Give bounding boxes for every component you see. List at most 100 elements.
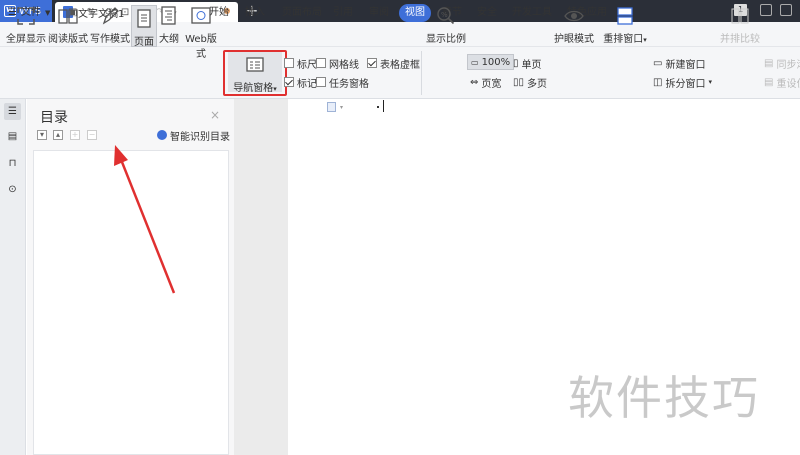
zoom-value: 100% xyxy=(481,56,511,68)
full-screen-button[interactable]: 全屏显示 xyxy=(6,5,46,45)
sync-scroll-icon: ▤ xyxy=(764,57,774,69)
task-pane-checkbox[interactable]: 任务窗格 xyxy=(316,75,369,90)
new-window-label: 新建窗口 xyxy=(665,59,706,71)
pen-icon xyxy=(99,5,121,27)
find-panel-button[interactable]: ⊙ xyxy=(4,181,21,198)
single-page-icon: ▯ xyxy=(513,57,519,69)
web-layout-button[interactable]: Web版式 xyxy=(182,5,220,60)
left-sidebar-strip xyxy=(0,99,26,455)
promote-icon[interactable]: + xyxy=(70,130,80,140)
pages-panel-button[interactable]: ▤ xyxy=(4,128,21,145)
sync-scroll-label: 同步滚 xyxy=(776,59,800,71)
multi-page-button[interactable]: ▯▯ 多页 xyxy=(513,75,548,90)
writing-mode-button[interactable]: 写作模式 xyxy=(90,5,130,45)
reset-position-icon: ▤ xyxy=(764,76,774,88)
collapse-all-icon[interactable]: ▾ xyxy=(37,130,47,140)
ribbon-separator xyxy=(421,51,422,95)
bookmark-panel-button[interactable]: ⊓ xyxy=(4,155,21,172)
split-window-button[interactable]: ◫ 拆分窗口 ▾ xyxy=(653,75,712,90)
ruler-check-icon xyxy=(284,58,294,68)
watermark-text: 软件技巧 xyxy=(568,371,760,425)
page-view-label: 页面 xyxy=(134,37,154,48)
gridlines-label: 网格线 xyxy=(329,59,359,71)
sync-scroll-button[interactable]: ▤同步滚 xyxy=(764,56,800,71)
arrange-windows-button[interactable]: 重排窗口▾ xyxy=(602,5,648,45)
text-cursor xyxy=(383,100,384,112)
outline-icon xyxy=(158,5,180,27)
tab-references[interactable]: 引用 xyxy=(333,4,353,22)
close-icon[interactable]: × xyxy=(210,108,220,122)
toc-panel-button[interactable]: ☰ xyxy=(4,103,21,120)
ruler-checkbox[interactable]: 标尺 xyxy=(284,56,317,71)
tab-security[interactable]: 安全 xyxy=(477,4,497,22)
book-icon xyxy=(57,5,79,27)
paragraph-mark-icon[interactable] xyxy=(327,102,336,112)
skin-icon[interactable] xyxy=(760,4,772,16)
page-width-label: 页宽 xyxy=(481,78,502,90)
table-gridlines-label: 表格虚框 xyxy=(380,59,420,71)
multi-page-label: 多页 xyxy=(527,78,548,90)
arrange-windows-icon xyxy=(614,5,636,27)
gridlines-checkbox[interactable]: 网格线 xyxy=(316,56,359,71)
new-window-icon: ▭ xyxy=(653,57,663,69)
zoom-100-icon: ▭ xyxy=(471,57,479,67)
outline-label: 大纲 xyxy=(159,34,179,45)
eye-icon xyxy=(563,5,585,27)
page-width-button[interactable]: ⇔ 页宽 xyxy=(470,75,502,90)
single-page-button[interactable]: ▯ 单页 xyxy=(513,56,542,71)
reading-layout-label: 阅读版式 xyxy=(48,34,88,45)
tab-review[interactable]: 审阅 xyxy=(369,4,389,22)
gridlines-check-icon xyxy=(316,58,326,68)
page-icon xyxy=(133,8,155,30)
magnifier-icon: % xyxy=(435,5,457,27)
table-gridlines-checkbox[interactable]: 表格虚框 xyxy=(367,56,420,71)
eye-mode-button[interactable]: 护眼模式 xyxy=(553,5,595,45)
outline-button[interactable]: 大纲 xyxy=(158,5,180,45)
reading-layout-button[interactable]: 阅读版式 xyxy=(48,5,88,45)
full-screen-icon xyxy=(15,5,37,27)
pages-icon: ▤ xyxy=(7,131,18,142)
multi-page-icon: ▯▯ xyxy=(513,76,525,88)
zoom-100-button[interactable]: ▭ 100% xyxy=(467,54,515,70)
chevron-down-icon: ▾ xyxy=(643,36,647,44)
list-icon: ☰ xyxy=(8,106,17,117)
page-width-icon: ⇔ xyxy=(470,76,479,88)
paragraph-dot xyxy=(377,106,379,108)
zoom-label: 显示比例 xyxy=(426,34,466,45)
zoom-button[interactable]: % 显示比例 xyxy=(426,5,466,45)
side-by-side-label: 并排比较 xyxy=(720,34,760,45)
eye-mode-label: 护眼模式 xyxy=(554,34,594,45)
chevron-down-icon: ▾ xyxy=(340,104,344,111)
highlight-box xyxy=(223,50,287,96)
page-view-button[interactable]: 页面 xyxy=(131,5,157,48)
task-pane-label: 任务窗格 xyxy=(329,78,369,90)
smart-toc-icon xyxy=(157,130,167,140)
arrow-shaft xyxy=(118,156,176,294)
full-screen-label: 全屏显示 xyxy=(6,34,46,45)
arrow-head xyxy=(114,145,128,166)
split-window-label: 拆分窗口 xyxy=(665,78,706,90)
web-icon xyxy=(190,5,212,27)
side-by-side-button[interactable]: 并排比较 xyxy=(720,5,760,45)
new-window-button[interactable]: ▭ 新建窗口 xyxy=(653,56,706,71)
arrange-windows-label: 重排窗口 xyxy=(603,34,644,45)
table-gridlines-check-icon xyxy=(367,58,377,68)
markup-check-icon xyxy=(284,77,294,87)
minimize-icon[interactable] xyxy=(780,4,792,16)
expand-all-icon[interactable]: ▴ xyxy=(53,130,63,140)
ruler-label: 标尺 xyxy=(297,59,317,71)
nav-panel-title: 目录 xyxy=(40,110,68,126)
search-icon: ⊙ xyxy=(8,184,17,195)
single-page-label: 单页 xyxy=(521,59,542,71)
demote-icon[interactable]: − xyxy=(87,130,97,140)
tab-page-layout[interactable]: 页面布局 xyxy=(282,4,322,22)
tab-insert[interactable]: 插入 xyxy=(245,4,265,22)
markup-checkbox[interactable]: 标记 xyxy=(284,75,317,90)
markup-label: 标记 xyxy=(297,78,317,90)
split-window-icon: ◫ xyxy=(653,76,663,88)
writing-mode-label: 写作模式 xyxy=(90,34,130,45)
tab-developer[interactable]: 开发工具 xyxy=(512,4,552,22)
svg-text:%: % xyxy=(441,11,448,19)
reset-position-button[interactable]: ▤重设位 xyxy=(764,75,800,90)
bookmark-icon: ⊓ xyxy=(8,158,17,169)
